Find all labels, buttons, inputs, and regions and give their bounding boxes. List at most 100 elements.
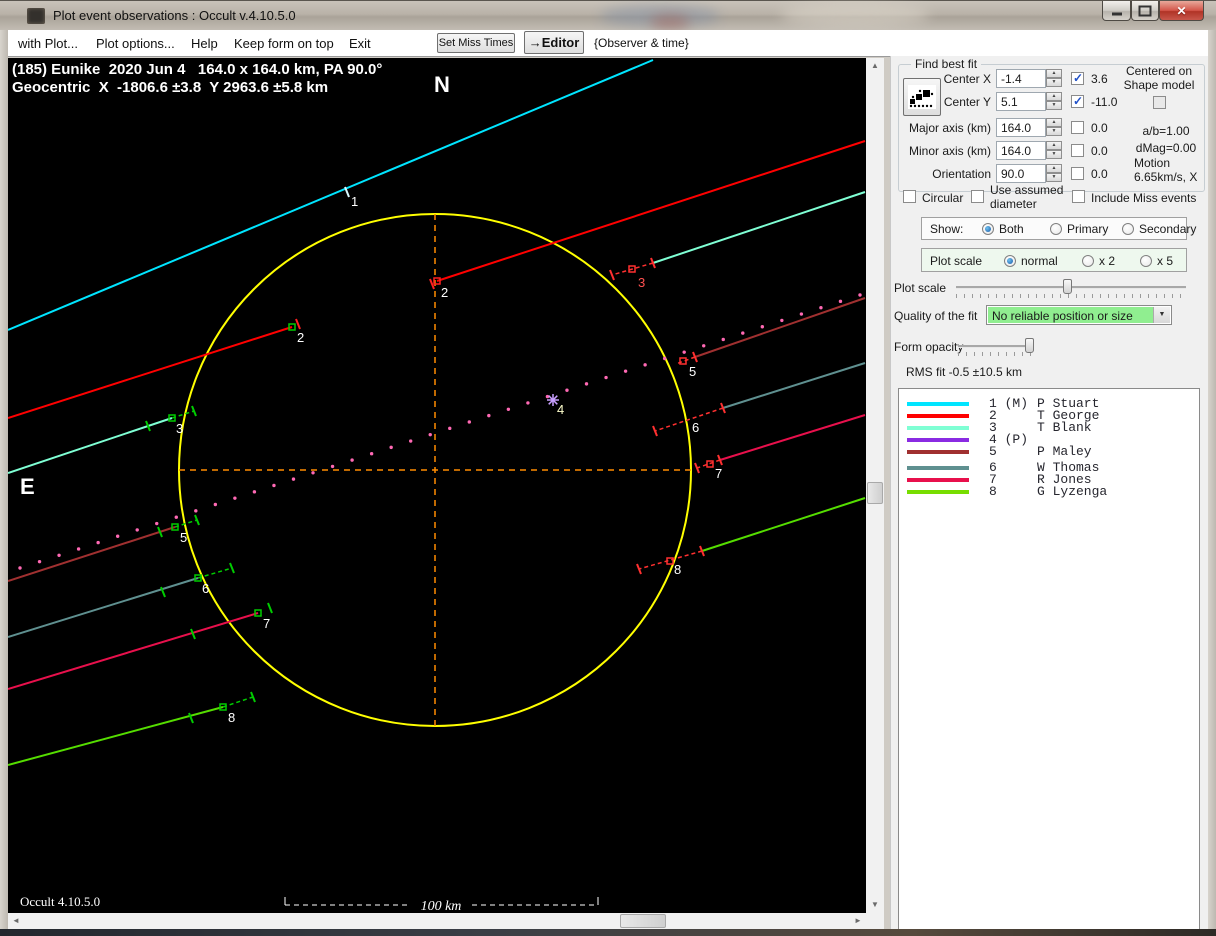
- predicted-path-dot: [448, 426, 452, 431]
- maximize-button[interactable]: [1131, 1, 1159, 21]
- plot-scale-normal-radio[interactable]: [1004, 255, 1016, 267]
- legend-chord-number: 5: [989, 444, 997, 459]
- shape-model-checkbox[interactable]: [1153, 96, 1166, 109]
- legend-row[interactable]: 5 P Maley: [899, 444, 1199, 459]
- chord-line-5: [694, 297, 866, 358]
- menu-plot-options[interactable]: Plot options...: [96, 36, 175, 51]
- chord-uncertainty-dash: [638, 550, 703, 570]
- chord-line-1: [8, 59, 654, 331]
- plot-scale-x5-label: x 5: [1157, 254, 1174, 268]
- major-axis-lock-checkbox[interactable]: [1071, 121, 1084, 134]
- application-window: Plot event observations : Occult v.4.10.…: [0, 0, 1216, 936]
- predicted-path-dot: [389, 445, 393, 450]
- center-x-lock-checkbox[interactable]: [1071, 71, 1084, 85]
- orientation-input[interactable]: 90.0: [996, 164, 1046, 183]
- scroll-down-icon[interactable]: ▼: [866, 897, 884, 913]
- plot-scale-slider-label: Plot scale: [894, 281, 947, 295]
- center-y-input[interactable]: 5.1: [996, 92, 1046, 111]
- plot-scale-options-box: Plot scale normal x 2 x 5: [921, 248, 1187, 272]
- show-primary-radio[interactable]: [1050, 223, 1062, 235]
- use-assumed-label: Use assumed: [990, 183, 1064, 197]
- title-bar[interactable]: Plot event observations : Occult v.4.10.…: [0, 0, 1216, 30]
- minor-axis-lock-checkbox[interactable]: [1071, 144, 1084, 157]
- show-label: Show:: [930, 222, 964, 236]
- plot-scale-slider-thumb[interactable]: [1063, 279, 1072, 294]
- scalebar-label: 100 km: [421, 899, 462, 913]
- predicted-path-dot: [408, 439, 413, 443]
- legend-observer-name: P Maley: [1037, 444, 1092, 459]
- show-secondary-radio[interactable]: [1122, 223, 1134, 235]
- chord-label: 6: [202, 581, 209, 596]
- menu-exit[interactable]: Exit: [349, 36, 371, 51]
- predicted-path-dot: [858, 293, 862, 297]
- menu-with-plot[interactable]: with Plot...: [18, 36, 78, 51]
- predicted-path-dot: [584, 382, 589, 386]
- form-opacity-slider-track[interactable]: [958, 345, 1033, 348]
- chevron-down-icon[interactable]: ▼: [1153, 307, 1170, 323]
- minor-axis-stepper[interactable]: ▲ ▼: [1046, 141, 1062, 160]
- plot-scale-x5-radio[interactable]: [1140, 255, 1152, 267]
- major-axis-input[interactable]: 164.0: [996, 118, 1046, 137]
- window-border-bottom: [0, 929, 1216, 936]
- east-label: E: [20, 474, 35, 499]
- horizontal-scrollbar-thumb[interactable]: [620, 914, 666, 928]
- show-both-radio[interactable]: [982, 223, 994, 235]
- chord-label: 5: [689, 364, 696, 379]
- predicted-path-dot: [369, 452, 374, 456]
- center-x-input[interactable]: -1.4: [996, 69, 1046, 88]
- include-miss-events-checkbox[interactable]: [1072, 190, 1085, 203]
- window-border-right: [1208, 30, 1216, 929]
- titlebar-glass-smudge: [780, 3, 930, 27]
- chord-label: 3: [638, 275, 645, 290]
- center-y-stepper[interactable]: ▲ ▼: [1046, 92, 1062, 111]
- orientation-label: Orientation: [932, 167, 991, 181]
- predicted-path-dot: [194, 509, 198, 513]
- predicted-path-dot: [604, 375, 608, 380]
- predicted-path-dot: [135, 528, 139, 532]
- circular-checkbox[interactable]: [903, 190, 916, 203]
- observer-legend-list[interactable]: 1 (M) P Stuart 2 T George 3 T Blank 4 (P) 5 P Ma…: [898, 388, 1200, 930]
- set-miss-times-button[interactable]: Set Miss Times: [437, 33, 515, 53]
- plot-scale-x2-label: x 2: [1099, 254, 1116, 268]
- shape-model-label: Shape model: [1123, 78, 1195, 92]
- predicted-path-dot: [37, 559, 42, 564]
- vertical-scrollbar[interactable]: ▲ ▼: [866, 58, 884, 913]
- chord-label: 8: [674, 562, 681, 577]
- predicted-path-dot: [350, 458, 354, 462]
- vertical-scrollbar-thumb[interactable]: [867, 482, 883, 504]
- major-axis-stepper[interactable]: ▲ ▼: [1046, 118, 1062, 137]
- center-x-stepper[interactable]: ▲ ▼: [1046, 69, 1062, 88]
- chord-label: 2: [441, 285, 448, 300]
- center-y-lock-checkbox[interactable]: [1071, 94, 1084, 108]
- close-button[interactable]: ✕: [1159, 1, 1204, 21]
- scroll-right-icon[interactable]: ►: [850, 913, 866, 929]
- quality-dropdown[interactable]: No reliable position or size ▼: [986, 305, 1172, 325]
- north-label: N: [434, 72, 450, 97]
- editor-button[interactable]: →Editor: [524, 31, 584, 54]
- menu-keep-on-top[interactable]: Keep form on top: [234, 36, 334, 51]
- minor-axis-input[interactable]: 164.0: [996, 141, 1046, 160]
- predicted-path-dot: [623, 369, 628, 373]
- orientation-lock-checkbox[interactable]: [1071, 167, 1084, 180]
- horizontal-scrollbar[interactable]: ◄ ►: [8, 913, 866, 929]
- plot-area[interactable]: 4 1 2 2 3 3 5 5 6 6 7 7 8 8 100 km (185) Eunike 2020 J…: [8, 58, 866, 913]
- center-y-label: Center Y: [943, 95, 991, 109]
- form-opacity-slider-thumb[interactable]: [1025, 338, 1034, 353]
- scroll-up-icon[interactable]: ▲: [866, 58, 884, 74]
- ab-ratio-label: a/b=1.00: [1142, 124, 1190, 138]
- titlebar-glass-smudge: [650, 15, 690, 29]
- minimize-button[interactable]: [1102, 1, 1131, 21]
- chord-line-3: [652, 191, 866, 264]
- predicted-path-dot: [760, 325, 765, 329]
- predicted-path-dot: [155, 521, 159, 526]
- legend-row[interactable]: 8 G Lyzenga: [899, 484, 1199, 499]
- scroll-left-icon[interactable]: ◄: [8, 913, 24, 929]
- orientation-stepper[interactable]: ▲ ▼: [1046, 164, 1062, 183]
- predicted-path-dot: [76, 547, 81, 551]
- predicted-path-dot: [272, 483, 276, 488]
- menu-help[interactable]: Help: [191, 36, 218, 51]
- plot-scale-x2-radio[interactable]: [1082, 255, 1094, 267]
- predicted-path-dot: [330, 464, 335, 469]
- use-assumed-diameter-checkbox[interactable]: [971, 190, 984, 203]
- chord-label: 3: [176, 421, 183, 436]
